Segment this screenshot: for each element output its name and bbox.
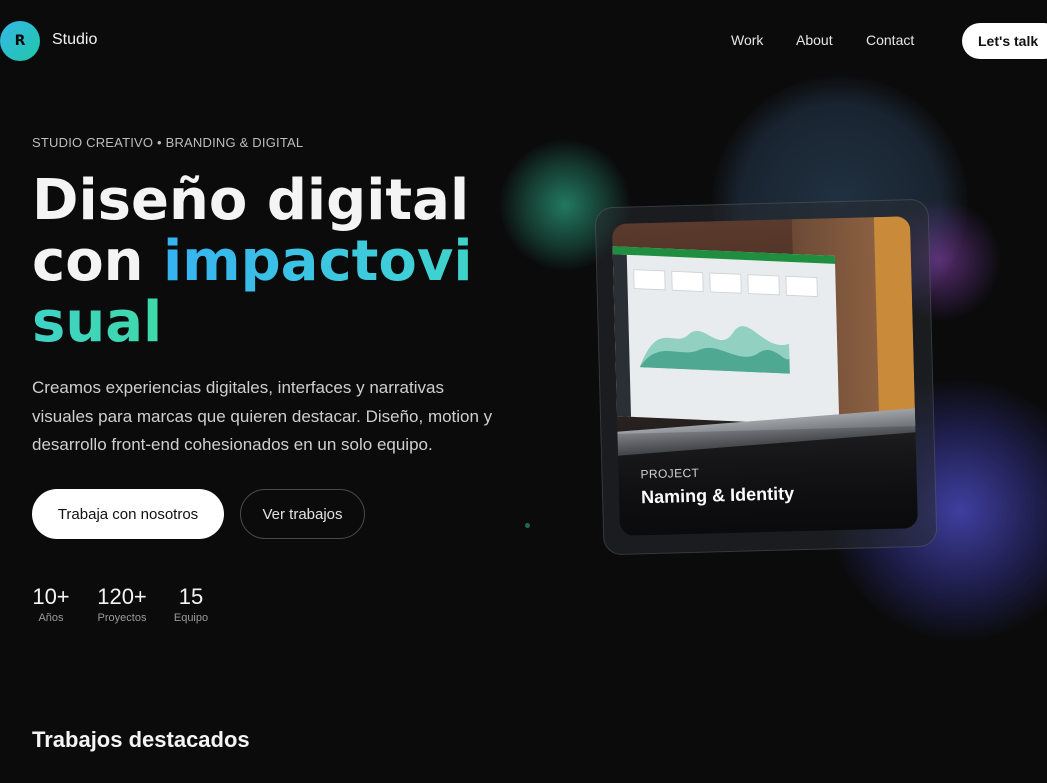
screen-kpi <box>633 269 666 291</box>
stat-label: Proyectos <box>97 612 147 624</box>
stat-value: 15 <box>178 584 204 609</box>
stat-projects: 120+ Proyectos <box>95 584 149 624</box>
stat-label: Equipo <box>173 612 209 624</box>
decorative-dot <box>525 523 530 528</box>
project-image: PROJECT Naming & Identity <box>611 216 919 536</box>
lets-talk-button[interactable]: Let's talk <box>962 23 1047 59</box>
card-eyebrow: PROJECT <box>640 465 700 482</box>
work-with-us-button[interactable]: Trabaja con nosotros <box>32 489 224 539</box>
hero-description: Creamos experiencias digitales, interfac… <box>32 378 493 454</box>
stat-team: 15 Equipo <box>172 584 210 624</box>
site-header: R Studio Work About Contact Let's talk <box>0 0 1047 82</box>
hero-headline: Diseño digital con impactovisual <box>32 170 502 353</box>
image-laptop-screen <box>612 246 840 426</box>
screen-sidebar <box>612 254 631 417</box>
screen-kpi <box>747 274 780 296</box>
nav-link-contact[interactable]: Contact <box>866 32 914 48</box>
featured-works-heading: Trabajos destacados <box>32 727 250 752</box>
screen-kpi <box>671 270 704 293</box>
project-card[interactable]: PROJECT Naming & Identity <box>594 198 938 556</box>
screen-area-chart <box>639 326 790 374</box>
logo-badge[interactable]: R <box>0 21 40 61</box>
stat-value: 120+ <box>97 584 147 609</box>
logo-letter: R <box>14 33 26 49</box>
screen-kpi <box>709 272 742 294</box>
stat-years: 10+ Años <box>32 584 70 624</box>
view-work-button[interactable]: Ver trabajos <box>240 489 365 539</box>
image-shade <box>617 426 919 536</box>
image-door <box>873 216 916 428</box>
stat-label: Años <box>38 612 64 624</box>
hero-eyebrow: STUDIO CREATIVO • BRANDING & DIGITAL <box>32 135 304 150</box>
stat-value: 10+ <box>32 584 70 609</box>
nav-link-about[interactable]: About <box>796 32 833 48</box>
card-title: Naming & Identity <box>640 483 795 508</box>
nav-link-work[interactable]: Work <box>731 32 763 48</box>
screen-kpi <box>785 275 818 298</box>
brand-name[interactable]: Studio <box>52 31 97 49</box>
